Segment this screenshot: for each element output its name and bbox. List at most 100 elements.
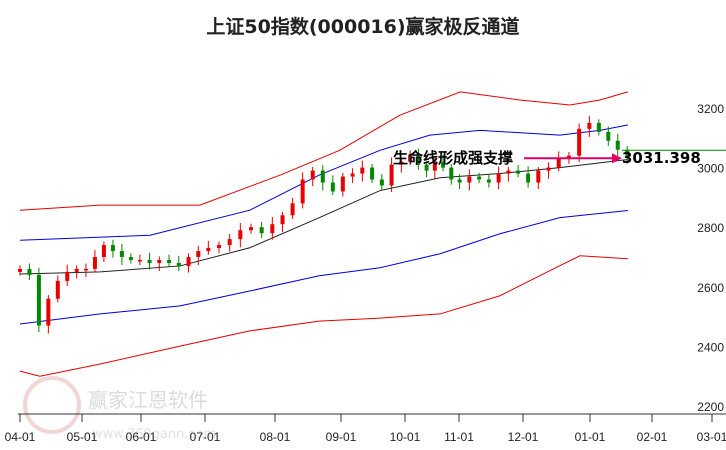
candle bbox=[370, 164, 375, 184]
x-tick-label: 03-01 bbox=[697, 430, 726, 444]
candle-body bbox=[270, 224, 275, 234]
candle bbox=[615, 133, 620, 157]
y-tick-label: 2800 bbox=[697, 221, 724, 235]
candle-body bbox=[18, 268, 22, 272]
candle-body bbox=[587, 122, 592, 129]
candle bbox=[36, 267, 41, 333]
candle-body bbox=[74, 268, 79, 272]
candle-body bbox=[206, 248, 211, 252]
candle-body bbox=[280, 215, 285, 225]
x-tick-label: 12-01 bbox=[508, 430, 539, 444]
chart: 上证50指数(000016)赢家极反通道 赢家江恩软件 www.360gann.… bbox=[0, 0, 726, 450]
candle bbox=[320, 165, 325, 191]
candle-body bbox=[196, 251, 201, 257]
candle-body bbox=[615, 140, 620, 150]
candle-body bbox=[110, 245, 115, 252]
candle bbox=[310, 167, 315, 187]
candle bbox=[176, 255, 181, 272]
candle bbox=[92, 249, 97, 273]
candle bbox=[506, 167, 511, 182]
candle-body bbox=[27, 268, 32, 275]
candle-body bbox=[137, 259, 142, 262]
candle-body bbox=[167, 259, 172, 263]
candle-body bbox=[227, 239, 232, 246]
candle-body bbox=[496, 173, 501, 183]
candle bbox=[101, 241, 106, 263]
band-lower-red bbox=[19, 255, 628, 377]
plot-area: 赢家江恩软件 www.360gann.com 04-01 05-01 06-01 07… bbox=[5, 91, 726, 444]
x-tick-label: 05-01 bbox=[67, 430, 98, 444]
candle-body bbox=[596, 122, 601, 132]
candle-body bbox=[536, 170, 541, 183]
candle bbox=[340, 172, 345, 197]
candle bbox=[110, 239, 115, 258]
x-tick-label: 07-01 bbox=[190, 430, 221, 444]
arrow-head-icon bbox=[612, 153, 622, 164]
candle bbox=[300, 172, 305, 209]
candle bbox=[330, 175, 335, 196]
candle-body bbox=[449, 167, 454, 180]
candle-body bbox=[330, 182, 335, 192]
candle-body bbox=[157, 259, 162, 263]
candle bbox=[206, 240, 211, 255]
candle bbox=[587, 115, 592, 137]
candle-body bbox=[238, 230, 243, 240]
candle bbox=[280, 211, 285, 233]
candle-body bbox=[320, 170, 325, 183]
candle bbox=[27, 263, 32, 280]
candle-body bbox=[65, 271, 70, 281]
candle-body bbox=[389, 164, 394, 186]
last-value-label: 3031.398 bbox=[622, 149, 701, 167]
x-tick-label: 09-01 bbox=[326, 430, 357, 444]
candle-body bbox=[516, 170, 521, 174]
x-tick-label: 11-01 bbox=[444, 430, 474, 444]
x-tick-label: 02-01 bbox=[637, 430, 668, 444]
candle bbox=[249, 223, 253, 234]
candle-body bbox=[147, 259, 152, 263]
band-upper-red bbox=[19, 91, 628, 211]
candle bbox=[74, 265, 79, 279]
watermark: 赢家江恩软件 www.360gann.com bbox=[23, 376, 216, 442]
y-tick-label: 2400 bbox=[697, 340, 724, 354]
y-tick-label: 3000 bbox=[697, 162, 724, 176]
candle bbox=[486, 174, 491, 188]
candle-body bbox=[92, 257, 97, 269]
candle-body bbox=[379, 179, 384, 186]
candle-body bbox=[577, 128, 582, 156]
candle-body bbox=[128, 257, 133, 260]
candle bbox=[196, 245, 201, 266]
candle bbox=[46, 295, 51, 334]
candle bbox=[360, 160, 365, 182]
candle-body bbox=[46, 298, 51, 326]
candle-body bbox=[370, 167, 375, 180]
candle bbox=[128, 253, 133, 264]
x-tick-label: 08-01 bbox=[260, 430, 291, 444]
candle bbox=[137, 254, 142, 266]
candle-body bbox=[176, 262, 181, 266]
candle bbox=[270, 217, 275, 240]
candle-body bbox=[546, 167, 551, 171]
candle-body bbox=[477, 176, 482, 180]
candle bbox=[55, 275, 60, 303]
candle-body bbox=[259, 227, 264, 234]
x-tick-label: 01-01 bbox=[575, 430, 606, 444]
candle-body bbox=[556, 158, 561, 168]
candle-body bbox=[606, 131, 611, 141]
candle bbox=[379, 174, 384, 191]
candle bbox=[65, 264, 70, 286]
candle-body bbox=[350, 173, 355, 177]
y-tick-label: 2600 bbox=[697, 281, 724, 295]
candle-body bbox=[360, 167, 365, 174]
candle-body bbox=[300, 179, 305, 204]
candle-body bbox=[119, 251, 124, 257]
candle bbox=[119, 243, 124, 266]
y-tick-label: 3200 bbox=[697, 102, 724, 116]
candle bbox=[290, 197, 295, 219]
candle bbox=[526, 166, 531, 188]
candle bbox=[467, 169, 472, 191]
candle-body bbox=[526, 173, 531, 183]
candle bbox=[83, 263, 88, 277]
candle-body bbox=[217, 245, 221, 249]
candle bbox=[147, 252, 152, 270]
candle bbox=[546, 162, 551, 179]
